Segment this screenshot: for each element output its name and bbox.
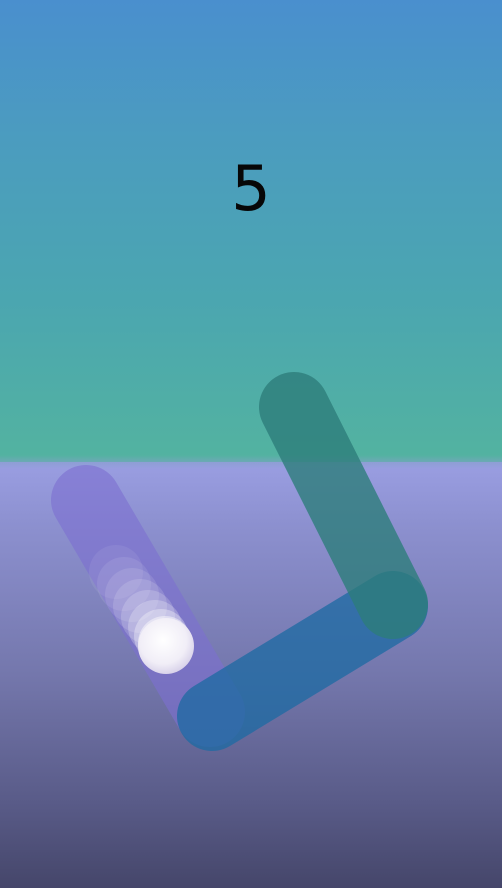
ball	[138, 618, 194, 674]
play-field[interactable]	[0, 0, 502, 888]
path-segment-teal	[259, 372, 428, 639]
